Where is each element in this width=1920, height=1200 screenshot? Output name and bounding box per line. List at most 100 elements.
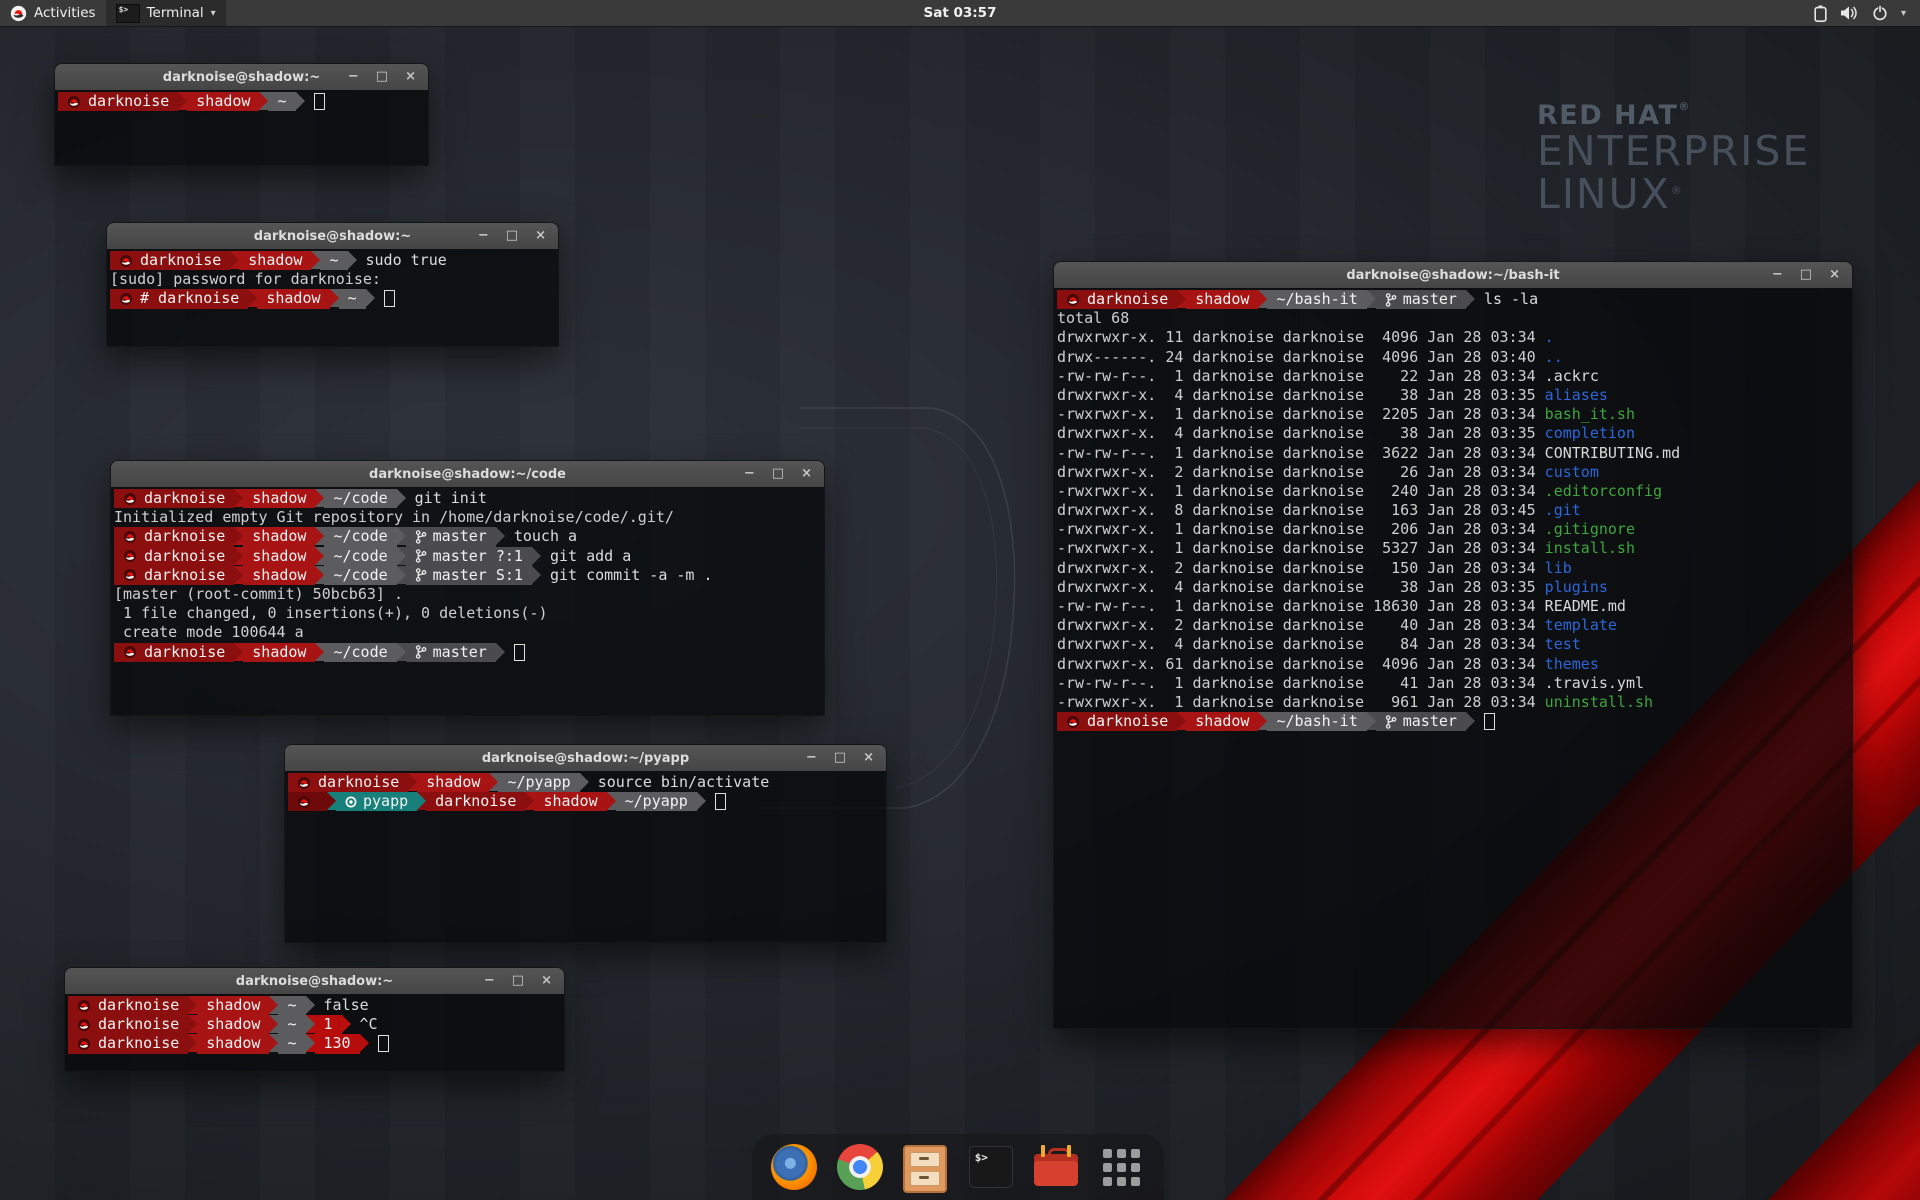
prompt-segment-git: master [1376,712,1466,731]
output-text: [master (root-commit) 50bcb63] . [114,585,403,603]
output-text: drwxrwxr-x. 61 darknoise darknoise 4096 … [1057,655,1545,673]
prompt-segment-user: # darknoise [110,289,248,308]
minimize-button[interactable]: − [744,461,755,487]
prompt-segment-user: darknoise [426,792,525,811]
terminal-line: darknoiseshadow~ [58,92,428,111]
powerline-arrow-icon [234,547,243,565]
close-button[interactable]: × [1829,262,1840,288]
terminal-line: drwxrwxr-x. 4 darknoise darknoise 38 Jan… [1057,424,1852,443]
powerline-arrow-icon [496,643,505,661]
app-menu-terminal[interactable]: $> Terminal ▾ [106,0,226,26]
clock[interactable]: Sat 03:57 [924,5,997,21]
terminal-line: -rwxrwxr-x. 1 darknoise darknoise 2205 J… [1057,405,1852,424]
activities-button[interactable]: Activities [0,0,106,26]
titlebar[interactable]: darknoise@shadow:~/bash-it −□ × [1054,262,1852,289]
powerline-arrow-icon [230,251,239,269]
prompt-segment-host: shadow [197,1015,269,1034]
prompt-segment-host: shadow [243,527,315,546]
terminal-content[interactable]: darknoiseshadow~falsedarknoiseshadow~1^C… [65,994,564,1071]
dock-item-files[interactable] [902,1144,948,1190]
powerline-arrow-icon [1258,712,1267,730]
maximize-button[interactable]: □ [376,64,388,90]
prompt-segment-user: darknoise [110,251,230,270]
terminal-content[interactable]: darknoiseshadow~ [55,90,428,165]
prompt-segment-host: shadow [1186,290,1258,309]
minimize-button[interactable]: − [484,968,495,994]
titlebar[interactable]: darknoise@shadow:~/code −□× [111,461,824,488]
powerline-arrow-icon [188,1034,197,1052]
command-text: sudo true [366,251,447,269]
terminal-content[interactable]: darknoiseshadow~/codegit initInitialized… [111,487,824,715]
close-button[interactable]: × [541,968,552,994]
maximize-button[interactable]: □ [834,745,846,771]
prompt-segment-git: master [406,643,496,662]
window-title: darknoise@shadow:~/pyapp [482,751,689,766]
system-status-area[interactable]: ▾ [1814,5,1920,22]
output-text: drwxrwxr-x. 11 darknoise darknoise 4096 … [1057,328,1545,346]
maximize-button[interactable]: □ [506,223,518,249]
terminal-line: -rwxrwxr-x. 1 darknoise darknoise 240 Ja… [1057,482,1852,501]
terminal-line: darknoiseshadow~sudo true [110,251,558,270]
app-grid-icon [1102,1147,1142,1187]
powerline-arrow-icon [360,1034,369,1052]
output-text: [sudo] password for darknoise: [110,270,381,288]
dock-item-app-grid[interactable] [1099,1144,1145,1190]
filename: bash_it.sh [1545,405,1635,423]
terminal-line: [master (root-commit) 50bcb63] . [114,585,824,604]
terminal-content[interactable]: darknoiseshadow~/bash-itmasterls -latota… [1054,288,1852,1028]
dock-item-firefox[interactable] [771,1144,817,1190]
minimize-button[interactable]: − [478,223,489,249]
filename: .ackrc [1545,367,1599,385]
toolbox-icon [1034,1154,1078,1186]
chrome-icon [837,1144,883,1190]
powerline-arrow-icon [327,792,336,810]
terminal-line: drwxrwxr-x. 8 darknoise darknoise 163 Ja… [1057,501,1852,520]
prompt-segment-path: ~ [268,92,295,111]
minimize-button[interactable]: − [806,745,817,771]
dock-item-terminal[interactable]: $> [968,1144,1014,1190]
maximize-button[interactable]: □ [512,968,524,994]
prompt-segment-hat [288,792,327,811]
prompt-segment-user: darknoise [288,773,408,792]
terminal-app-icon: $> [116,4,140,23]
close-button[interactable]: × [405,64,416,90]
output-text: -rwxrwxr-x. 1 darknoise darknoise 240 Ja… [1057,482,1545,500]
filename: aliases [1545,386,1608,404]
redhat-icon [119,292,133,306]
git-branch-icon [415,530,427,544]
close-button[interactable]: × [535,223,546,249]
redhat-logo-icon [10,5,27,22]
filename: template [1545,616,1617,634]
window-title: darknoise@shadow:~/bash-it [1346,268,1559,283]
prompt-segment-path: ~ [278,1015,305,1034]
titlebar[interactable]: darknoise@shadow:~ −□× [55,64,428,91]
terminal-window-sudo: darknoise@shadow:~ −□× darknoiseshadow~s… [106,222,559,347]
dock-item-chrome[interactable] [837,1144,883,1190]
terminal-content[interactable]: darknoiseshadow~/pyappsource bin/activat… [285,771,886,942]
prompt-segment-git: master [406,527,496,546]
powerline-arrow-icon [248,289,257,307]
terminal-line: darknoiseshadow~/codemastertouch a [114,527,824,546]
prompt-segment-host: shadow [417,773,489,792]
terminal-content[interactable]: darknoiseshadow~sudo true[sudo] password… [107,249,558,346]
redhat-icon [77,1018,91,1032]
maximize-button[interactable]: □ [1800,262,1812,288]
registered-mark: ® [1678,100,1691,113]
minimize-button[interactable]: − [1772,262,1783,288]
terminal-window-bash-it: darknoise@shadow:~/bash-it −□ × darknoise… [1053,261,1853,1029]
close-button[interactable]: × [863,745,874,771]
output-text: drwxrwxr-x. 4 darknoise darknoise 38 Jan… [1057,578,1545,596]
prompt-segment-user: darknoise [68,1034,188,1053]
maximize-button[interactable]: □ [772,461,784,487]
dock-item-toolbox[interactable] [1033,1144,1079,1190]
terminal-line: drwxrwxr-x. 11 darknoise darknoise 4096 … [1057,328,1852,347]
titlebar[interactable]: darknoise@shadow:~/pyapp −□ × [285,745,886,772]
minimize-button[interactable]: − [348,64,359,90]
volume-icon [1840,5,1859,21]
close-button[interactable]: × [801,461,812,487]
prompt-segment-venv: pyapp [336,792,417,811]
redhat-icon [67,95,81,109]
titlebar[interactable]: darknoise@shadow:~ −□× [107,223,558,250]
titlebar[interactable]: darknoise@shadow:~ −□× [65,968,564,995]
powerline-arrow-icon [315,643,324,661]
